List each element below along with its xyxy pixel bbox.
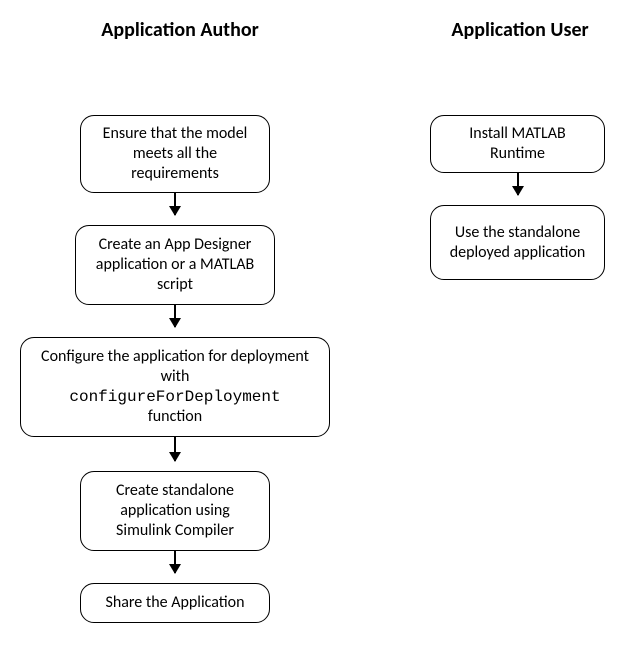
author-node-1-text: Ensure that the model meets all the requ…	[95, 124, 255, 184]
author-node-4: Create standalone application using Simu…	[80, 471, 270, 551]
arrow-a3-a4	[174, 437, 176, 461]
arrow-a4-a5	[174, 551, 176, 573]
author-node-5: Share the Application	[80, 583, 270, 623]
user-node-2-text: Use the standalone deployed application	[445, 223, 590, 263]
author-node-2: Create an App Designer application or a …	[75, 225, 275, 305]
header-author: Application Author	[70, 18, 290, 42]
author-node-1: Ensure that the model meets all the requ…	[80, 115, 270, 193]
user-node-1-text: Install MATLAB Runtime	[445, 124, 590, 164]
author-node-3-pre: Configure the application for deployment…	[41, 347, 309, 386]
author-node-5-text: Share the Application	[105, 593, 244, 613]
arrow-a1-a2	[174, 193, 176, 215]
author-node-2-text: Create an App Designer application or a …	[90, 235, 260, 295]
author-node-3-post: function	[148, 407, 202, 426]
arrow-u1-u2	[517, 173, 519, 195]
user-node-2: Use the standalone deployed application	[430, 205, 605, 280]
author-node-3-text: Configure the application for deployment…	[35, 347, 315, 427]
arrow-a2-a3	[174, 305, 176, 327]
author-node-3: Configure the application for deployment…	[20, 337, 330, 437]
author-node-3-code: configureForDeployment	[69, 388, 280, 406]
user-node-1: Install MATLAB Runtime	[430, 115, 605, 173]
header-user: Application User	[420, 18, 620, 42]
author-node-4-text: Create standalone application using Simu…	[95, 481, 255, 541]
